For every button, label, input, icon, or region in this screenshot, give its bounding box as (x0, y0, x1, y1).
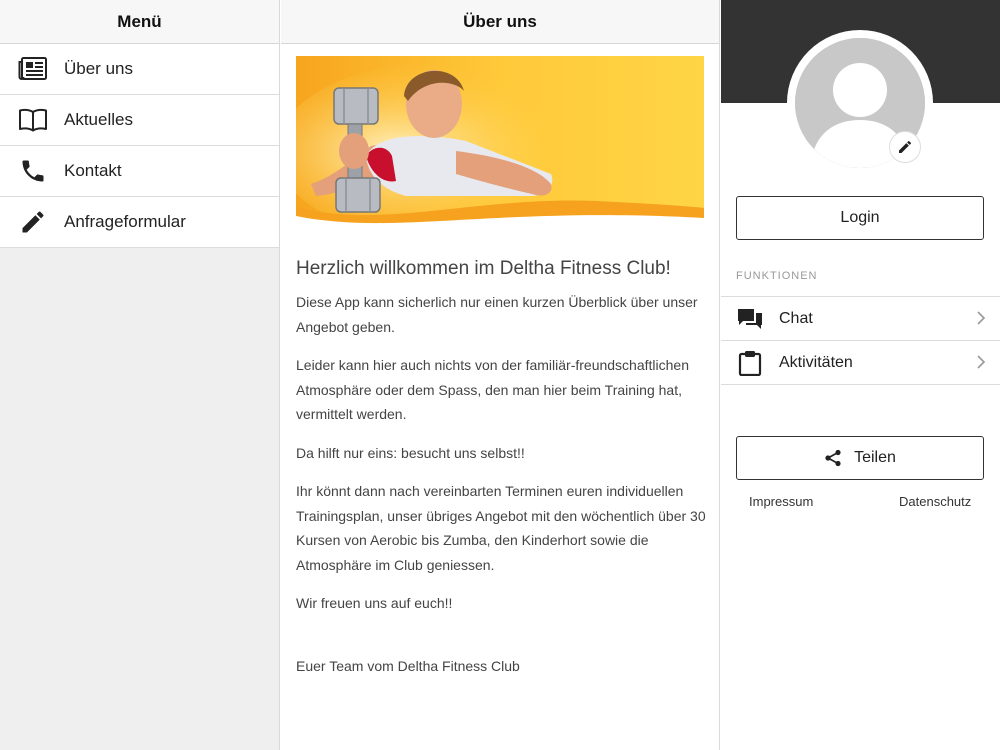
book-icon (18, 106, 48, 134)
menu-item-ueber-uns[interactable]: Über uns (0, 44, 279, 95)
impressum-link[interactable]: Impressum (749, 494, 813, 509)
article-paragraph: Diese App kann sicherlich nur einen kurz… (296, 294, 698, 335)
share-icon (824, 449, 842, 467)
menu-item-label: Kontakt (64, 161, 122, 180)
function-item-chat[interactable]: Chat (721, 297, 1000, 341)
article-signature: Euer Team vom Deltha Fitness Club (296, 657, 520, 674)
article-paragraph: Leider kann hier auch nichts von der fam… (296, 357, 689, 422)
menu-item-kontakt[interactable]: Kontakt (0, 146, 279, 197)
article-paragraph: Wir freuen uns auf euch!! (296, 595, 453, 611)
share-label: Teilen (854, 449, 896, 466)
menu-item-label: Über uns (64, 59, 133, 78)
share-button[interactable]: Teilen (736, 436, 984, 480)
datenschutz-link[interactable]: Datenschutz (899, 494, 971, 509)
article-heading: Herzlich willkommen im Deltha Fitness Cl… (296, 258, 671, 279)
article-paragraph: Da hilft nur eins: besucht uns selbst!! (296, 444, 525, 461)
function-item-aktivitaeten[interactable]: Aktivitäten (721, 341, 1000, 385)
newspaper-icon (18, 55, 48, 83)
menu-item-aktuelles[interactable]: Aktuelles (0, 95, 279, 146)
section-title-funktionen: FUNKTIONEN (736, 270, 818, 282)
pencil-icon (897, 139, 913, 155)
menu-item-label: Anfrageformular (64, 212, 186, 231)
content-pane: Über uns Herzlich willkommen im Deltha F… (281, 0, 720, 750)
fitness-banner-image (296, 56, 704, 231)
article-paragraph: Ihr könnt dann nach vereinbarten Termine… (296, 483, 706, 573)
edit-avatar-button[interactable] (889, 131, 921, 163)
profile-panel: Login FUNKTIONEN Chat Aktivitäten Teilen… (721, 0, 1000, 750)
menu-item-anfrageformular[interactable]: Anfrageformular (0, 197, 279, 248)
functions-list: Chat Aktivitäten (721, 296, 1000, 385)
menu-title: Menü (0, 0, 279, 44)
clipboard-icon (737, 350, 763, 376)
pencil-icon (18, 208, 48, 236)
side-menu: Menü Über uns Aktuelles Kontakt Anfragef… (0, 0, 280, 750)
chevron-right-icon (976, 310, 986, 331)
menu-item-label: Aktuelles (64, 110, 133, 129)
article-body: Herzlich willkommen im Deltha Fitness Cl… (296, 258, 706, 692)
phone-icon (18, 157, 48, 185)
function-label: Chat (779, 309, 813, 327)
chat-icon (737, 306, 763, 332)
page-title: Über uns (281, 0, 719, 44)
login-button[interactable]: Login (736, 196, 984, 240)
chevron-right-icon (976, 354, 986, 375)
function-label: Aktivitäten (779, 353, 853, 371)
